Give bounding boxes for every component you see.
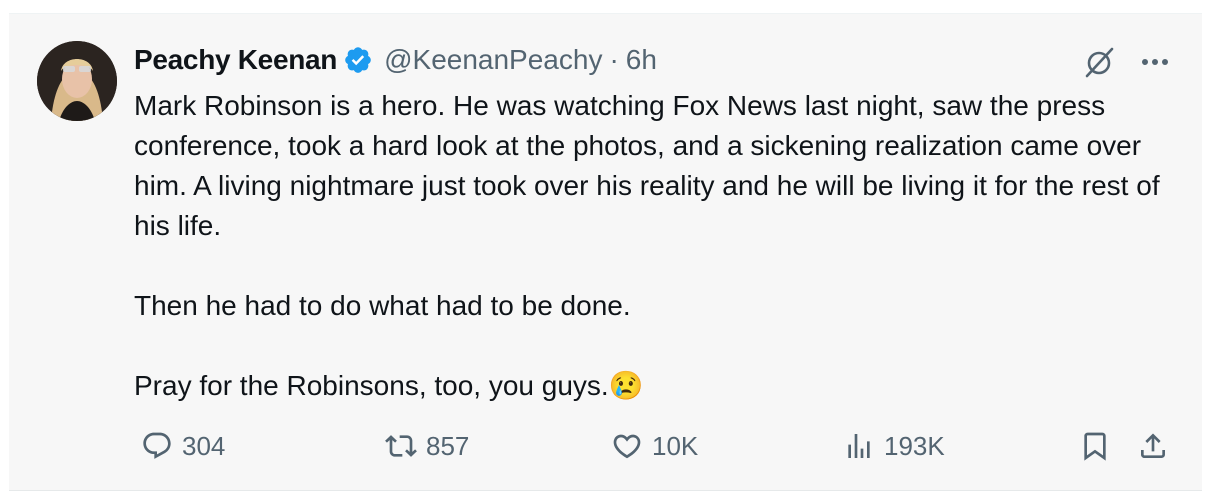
action-bar: 304 857 10K 193K (131, 424, 1181, 468)
reply-count: 304 (182, 430, 226, 461)
bookmark-button[interactable] (1079, 424, 1111, 468)
tweet-header: Peachy Keenan @KeenanPeachy · 6h (134, 40, 657, 80)
reply-icon (141, 430, 173, 462)
heart-icon (611, 430, 643, 462)
repost-button[interactable]: 857 (385, 424, 469, 468)
views-icon (843, 430, 875, 462)
tweet-paragraph-1: Mark Robinson is a hero. He was watching… (134, 90, 1160, 241)
tweet-paragraph-2: Then he had to do what had to be done. (134, 290, 631, 321)
like-count: 10K (652, 430, 699, 461)
tweet-text: Mark Robinson is a hero. He was watching… (134, 86, 1164, 406)
verified-badge-icon (343, 45, 373, 75)
share-icon (1137, 430, 1169, 462)
avatar[interactable] (37, 41, 117, 121)
timestamp[interactable]: 6h (626, 44, 657, 76)
like-button[interactable]: 10K (611, 424, 698, 468)
tweet-card[interactable]: Peachy Keenan @KeenanPeachy · 6h Mark Ro… (9, 13, 1202, 491)
bookmark-icon (1079, 430, 1111, 462)
author-handle[interactable]: @KeenanPeachy (384, 44, 602, 76)
repost-icon (385, 430, 417, 462)
avatar-photo (37, 41, 117, 121)
grok-icon[interactable] (1079, 44, 1119, 80)
views-count: 193K (884, 430, 945, 461)
repost-count: 857 (426, 430, 470, 461)
author-name[interactable]: Peachy Keenan (134, 44, 337, 76)
more-icon[interactable] (1135, 44, 1175, 80)
views-button[interactable]: 193K (843, 424, 945, 468)
separator-dot: · (609, 44, 619, 75)
tweet-paragraph-3: Pray for the Robinsons, too, you guys.😢 (134, 370, 644, 401)
reply-button[interactable]: 304 (141, 424, 225, 468)
share-button[interactable] (1137, 424, 1169, 468)
